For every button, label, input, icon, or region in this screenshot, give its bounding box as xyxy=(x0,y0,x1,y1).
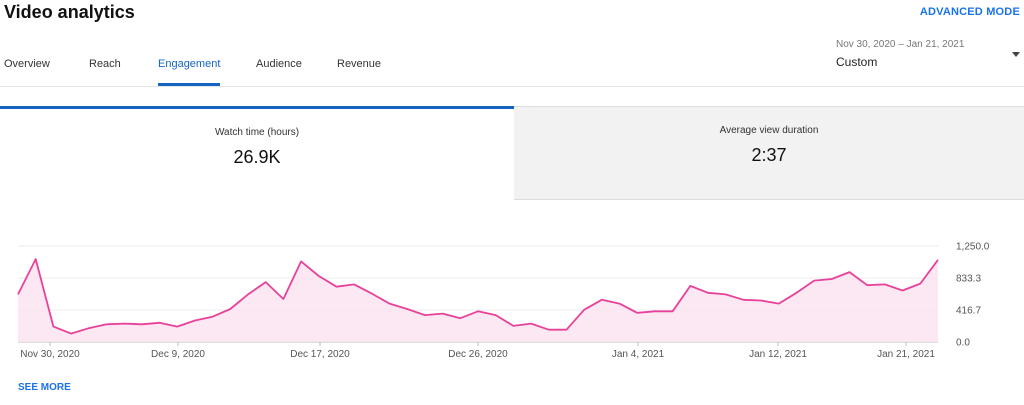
x-tick-label: Jan 4, 2021 xyxy=(612,349,665,360)
x-tick-label: Dec 9, 2020 xyxy=(151,349,205,360)
x-tick-label: Jan 12, 2021 xyxy=(749,349,807,360)
watch-time-chart: 1,250.0 833.3 416.7 0.0 Nov 30, 2020 Dec 9, 2… xyxy=(17,242,990,360)
x-tick-label: Jan 21, 2021 xyxy=(877,349,935,360)
tab-engagement[interactable]: Engagement xyxy=(158,58,221,86)
tab-overview[interactable]: Overview xyxy=(4,58,50,86)
metric-label: Watch time (hours) xyxy=(214,127,300,138)
y-tick-label: 0.0 xyxy=(956,338,970,349)
dropdown-caret-icon[interactable] xyxy=(1012,52,1020,57)
y-tick-label: 833.3 xyxy=(956,274,981,285)
x-tick-label: Dec 17, 2020 xyxy=(290,349,350,360)
date-range-text: Nov 30, 2020 – Jan 21, 2021 xyxy=(836,39,965,50)
tab-revenue[interactable]: Revenue xyxy=(337,58,381,86)
metric-card-watch-time[interactable]: Watch time (hours) 26.9K xyxy=(0,106,514,200)
y-tick-label: 1,250.0 xyxy=(956,242,990,253)
x-tick-label: Dec 26, 2020 xyxy=(448,349,508,360)
date-range-value: Custom xyxy=(836,55,878,69)
metric-card-avg-view-duration[interactable]: Average view duration 2:37 xyxy=(514,106,1024,200)
tab-reach[interactable]: Reach xyxy=(89,58,121,86)
series-area xyxy=(18,259,938,342)
see-more-link[interactable]: SEE MORE xyxy=(18,382,71,393)
y-tick-label: 416.7 xyxy=(956,305,981,316)
metric-label: Average view duration xyxy=(719,125,819,136)
metric-value: 2:37 xyxy=(751,145,787,165)
metric-value: 26.9K xyxy=(233,147,281,167)
page-title: Video analytics xyxy=(4,2,135,22)
advanced-mode-link[interactable]: ADVANCED MODE xyxy=(920,6,1020,18)
tab-audience[interactable]: Audience xyxy=(256,58,302,86)
x-tick-label: Nov 30, 2020 xyxy=(20,349,80,360)
